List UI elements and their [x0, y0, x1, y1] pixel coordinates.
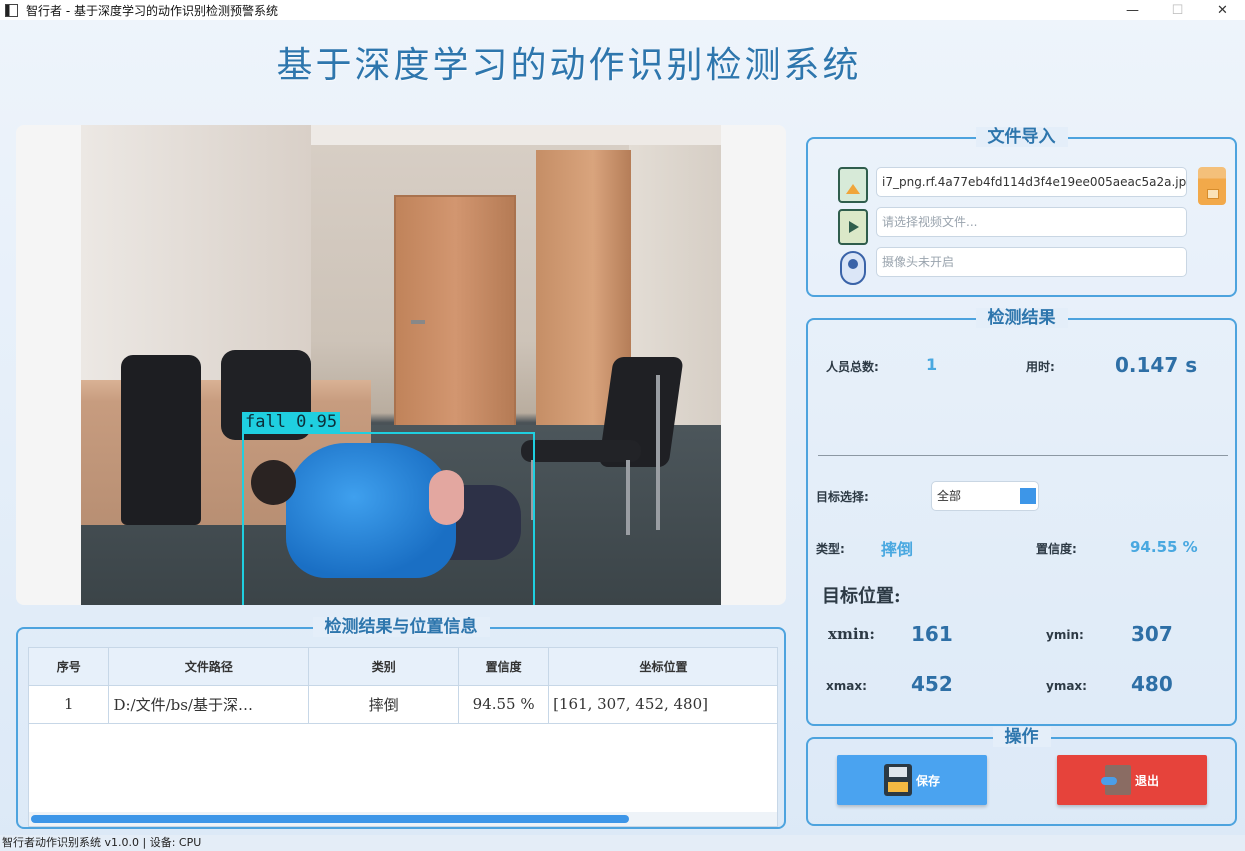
image-path-field[interactable]: i7_png.rf.4a77eb4fd114d3f4e19ee005aeac5a… [876, 167, 1187, 197]
file-import-panel: 文件导入 i7_png.rf.4a77eb4fd114d3f4e19ee005a… [806, 127, 1237, 297]
ymin-label: ymin: [1046, 628, 1084, 642]
camera-field[interactable]: 摄像头未开启 [876, 247, 1187, 277]
column-header-path[interactable]: 文件路径 [108, 648, 310, 686]
file-import-title: 文件导入 [975, 127, 1068, 147]
column-header-class[interactable]: 类别 [308, 648, 460, 686]
detection-result-panel: 检测结果 人员总数: 1 用时: 0.147 s 目标选择: 全部 类型: 摔倒… [806, 308, 1237, 726]
cell-confidence[interactable]: 94.55 % [458, 685, 550, 724]
horizontal-scrollbar[interactable] [29, 812, 777, 826]
ymax-label: ymax: [1046, 679, 1087, 693]
exit-button[interactable]: 退出 [1057, 755, 1207, 805]
operations-title: 操作 [992, 727, 1051, 747]
time-label: 用时: [1026, 360, 1055, 374]
chevron-down-icon[interactable] [1020, 488, 1036, 504]
type-label: 类型: [816, 542, 845, 556]
save-button[interactable]: 保存 [837, 755, 987, 805]
maximize-button[interactable]: ☐ [1155, 0, 1200, 20]
target-select-value: 全部 [937, 489, 962, 503]
exit-button-label: 退出 [1134, 773, 1159, 788]
page-title: 基于深度学习的动作识别检测系统 [276, 45, 862, 86]
cell-class[interactable]: 摔倒 [308, 685, 460, 724]
status-bar: 智行者动作识别系统 v1.0.0 | 设备: CPU [0, 835, 1245, 851]
table-header-row: 序号 文件路径 类别 置信度 坐标位置 [29, 648, 777, 686]
save-button-label: 保存 [915, 773, 940, 788]
exit-icon [1100, 765, 1131, 795]
window-controls: — ☐ ✕ [1110, 0, 1245, 20]
target-select-label: 目标选择: [816, 490, 869, 504]
close-button[interactable]: ✕ [1200, 0, 1245, 20]
xmax-value: 452 [911, 672, 953, 696]
position-title: 目标位置: [822, 586, 901, 607]
window-titlebar: 智行者 - 基于深度学习的动作识别检测预警系统 — ☐ ✕ [0, 0, 1245, 20]
results-table-panel: 检测结果与位置信息 序号 文件路径 类别 置信度 坐标位置 1 D:/文件/bs… [16, 617, 786, 829]
column-header-index[interactable]: 序号 [29, 648, 110, 686]
results-table-title: 检测结果与位置信息 [312, 617, 490, 637]
image-display-panel: fall 0.95 [16, 125, 786, 605]
detection-bounding-box: fall 0.95 [242, 412, 535, 605]
xmin-value: 161 [911, 622, 953, 646]
image-file-icon[interactable] [838, 167, 868, 203]
save-icon [883, 764, 912, 796]
xmax-label: xmax: [826, 679, 867, 693]
video-path-field[interactable]: 请选择视频文件... [876, 207, 1187, 237]
column-header-coordinates[interactable]: 坐标位置 [548, 648, 777, 686]
scrollbar-thumb[interactable] [31, 815, 629, 823]
operations-panel: 操作 保存 退出 [806, 727, 1237, 826]
camera-icon[interactable] [840, 251, 866, 285]
detection-label: fall 0.95 [242, 412, 341, 432]
confidence-label: 置信度: [1036, 542, 1077, 556]
target-select[interactable]: 全部 [931, 481, 1039, 511]
app-icon [5, 3, 18, 17]
total-label: 人员总数: [826, 360, 879, 374]
cell-index[interactable]: 1 [29, 685, 110, 724]
ymax-value: 480 [1131, 672, 1173, 696]
result-divider [818, 455, 1228, 456]
table-row[interactable]: 1 D:/文件/bs/基于深… 摔倒 94.55 % [161, 307, 45… [29, 685, 777, 724]
folder-open-icon[interactable] [1198, 167, 1226, 205]
column-header-confidence[interactable]: 置信度 [458, 648, 550, 686]
cell-coordinates[interactable]: [161, 307, 452, 480] [548, 685, 777, 724]
detection-result-title: 检测结果 [975, 308, 1068, 328]
total-value: 1 [926, 355, 938, 374]
xmin-label: xmin: [828, 625, 875, 643]
results-table[interactable]: 序号 文件路径 类别 置信度 坐标位置 1 D:/文件/bs/基于深… 摔倒 9… [28, 647, 778, 827]
confidence-value: 94.55 % [1130, 538, 1198, 556]
type-value: 摔倒 [881, 540, 914, 559]
time-value: 0.147 s [1115, 353, 1198, 377]
minimize-button[interactable]: — [1110, 0, 1155, 20]
ymin-value: 307 [1131, 622, 1173, 646]
video-file-icon[interactable] [838, 209, 868, 245]
detection-image: fall 0.95 [81, 125, 721, 605]
window-title: 智行者 - 基于深度学习的动作识别检测预警系统 [26, 3, 278, 18]
cell-path[interactable]: D:/文件/bs/基于深… [108, 685, 310, 724]
